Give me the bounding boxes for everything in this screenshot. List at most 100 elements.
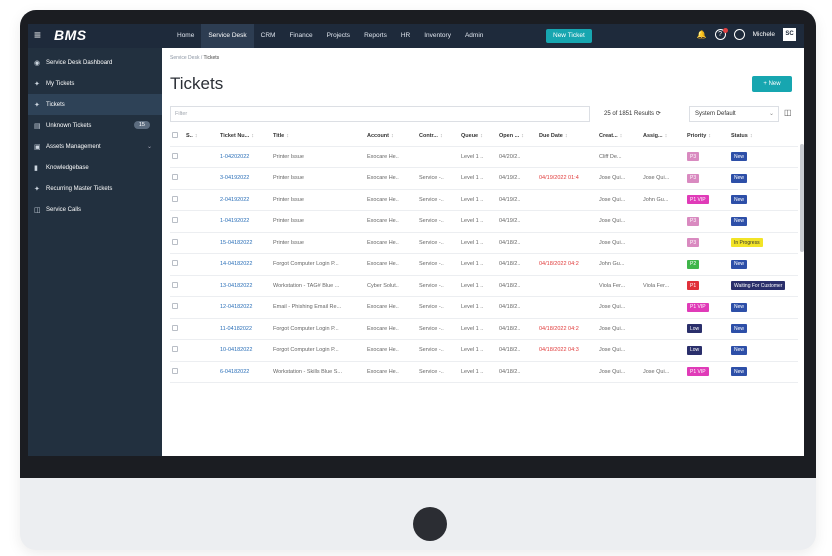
ticket-number-link[interactable]: 11-04182022 bbox=[218, 318, 271, 340]
row-checkbox[interactable] bbox=[170, 296, 184, 319]
sidebar-item-unknown-tickets[interactable]: ▤ Unknown Tickets 15 bbox=[28, 115, 162, 136]
row-checkbox[interactable] bbox=[170, 210, 184, 233]
table-row[interactable]: 12-04182022 Email - Phishing Email Re... E… bbox=[170, 296, 798, 319]
ticket-created-by: Jose Qui... bbox=[597, 210, 641, 233]
priority-badge-label: P3 bbox=[687, 173, 700, 183]
ticket-account: Exocare He.. bbox=[365, 189, 417, 211]
col-header[interactable]: Assig... ↕ bbox=[641, 126, 685, 147]
app-logo[interactable]: BMS bbox=[54, 27, 87, 43]
ticket-number-link[interactable]: 1-04202022 bbox=[218, 146, 271, 168]
breadcrumb-parent[interactable]: Service Desk bbox=[170, 55, 199, 61]
nav-inventory[interactable]: Inventory bbox=[417, 24, 458, 48]
row-checkbox[interactable] bbox=[170, 253, 184, 276]
row-checkbox[interactable] bbox=[170, 339, 184, 362]
ticket-number-link[interactable]: 2-04192022 bbox=[218, 189, 271, 211]
row-checkbox[interactable] bbox=[170, 167, 184, 190]
user-avatar-icon[interactable] bbox=[733, 29, 745, 40]
ticket-title: Printer Issue bbox=[271, 146, 365, 168]
row-checkbox[interactable] bbox=[170, 318, 184, 340]
table-row[interactable]: 10-04182022 Forgot Computer Login P... Exo… bbox=[170, 339, 798, 362]
nav-home[interactable]: Home bbox=[170, 24, 201, 48]
ticket-number-link[interactable]: 12-04182022 bbox=[218, 296, 271, 319]
status-badge-label: In Progress bbox=[731, 238, 763, 248]
view-select[interactable]: System Default ⌄ bbox=[689, 106, 779, 122]
columns-icon[interactable]: ◫ bbox=[784, 108, 792, 117]
sidebar-item-service-desk-dashboard[interactable]: ◉ Service Desk Dashboard bbox=[28, 52, 162, 73]
status-badge-label: New bbox=[731, 195, 748, 205]
nav-projects[interactable]: Projects bbox=[320, 24, 357, 48]
col-header[interactable]: S.. ↕ bbox=[184, 126, 218, 147]
scrollbar[interactable] bbox=[800, 144, 804, 252]
filter-input[interactable]: Filter bbox=[170, 106, 590, 122]
row-checkbox[interactable] bbox=[170, 189, 184, 211]
ticket-open-date: 04/19/2.. bbox=[497, 189, 537, 211]
user-initials-badge[interactable]: SC bbox=[783, 28, 796, 41]
col-header[interactable]: Ticket Nu... ↕ bbox=[218, 126, 271, 147]
ticket-title: Printer Issue bbox=[271, 210, 365, 233]
ticket-number-link[interactable]: 13-04182022 bbox=[218, 275, 271, 297]
col-header[interactable]: Title ↕ bbox=[271, 126, 365, 147]
col-header[interactable]: Contr... ↕ bbox=[417, 126, 459, 147]
col-header[interactable]: Account ↕ bbox=[365, 126, 417, 147]
ticket-created-by: Jose Qui... bbox=[597, 232, 641, 254]
priority-badge: P1 VIP bbox=[685, 361, 729, 383]
table-row[interactable]: 3-04192022 Printer Issue Exocare He.. Servi… bbox=[170, 167, 798, 190]
nav-service-desk[interactable]: Service Desk bbox=[201, 24, 254, 48]
nav-finance[interactable]: Finance bbox=[282, 24, 319, 48]
sidebar-item-my-tickets[interactable]: ✦ My Tickets bbox=[28, 73, 162, 94]
nav-hr[interactable]: HR bbox=[394, 24, 417, 48]
table-row[interactable]: 2-04192022 Printer Issue Exocare He.. Servi… bbox=[170, 189, 798, 211]
ticket-queue: Level 1 .. bbox=[459, 210, 497, 233]
ticket-number-link[interactable]: 10-04182022 bbox=[218, 339, 271, 362]
sidebar-item-tickets[interactable]: ✦ Tickets bbox=[28, 94, 162, 115]
status-badge-label: New bbox=[731, 367, 748, 377]
table-row[interactable]: 1-04192022 Printer Issue Exocare He.. Servi… bbox=[170, 210, 798, 233]
ticket-number-link[interactable]: 1-04192022 bbox=[218, 210, 271, 233]
sidebar-item-assets-management[interactable]: ▣ Assets Management ⌄ bbox=[28, 136, 162, 157]
ticket-number-link[interactable]: 6-04182022 bbox=[218, 361, 271, 383]
ticket-open-date: 04/18/2.. bbox=[497, 361, 537, 383]
help-icon[interactable]: ? bbox=[714, 28, 728, 40]
select-all-checkbox[interactable] bbox=[170, 126, 184, 147]
col-header[interactable]: Due Date ↕ bbox=[537, 126, 597, 147]
col-header[interactable]: Queue ↕ bbox=[459, 126, 497, 147]
nav-reports[interactable]: Reports bbox=[357, 24, 394, 48]
ticket-number-link[interactable]: 15-04182022 bbox=[218, 232, 271, 254]
col-header[interactable]: Status ↕ bbox=[729, 126, 798, 147]
new-ticket-button[interactable]: New Ticket bbox=[546, 29, 592, 43]
status-badge-label: New bbox=[731, 345, 748, 355]
sidebar-item-service-calls[interactable]: ◫ Service Calls bbox=[28, 199, 162, 220]
dashboard-icon: ◉ bbox=[34, 59, 41, 67]
table-row[interactable]: 1-04202022 Printer Issue Exocare He.. Level… bbox=[170, 146, 798, 168]
table-row[interactable]: 11-04182022 Forgot Computer Login P... Exo… bbox=[170, 318, 798, 340]
table-row[interactable]: 6-04182022 Workstation - Skills Blue S...… bbox=[170, 361, 798, 383]
ticket-assignee bbox=[641, 318, 685, 340]
nav-admin[interactable]: Admin bbox=[458, 24, 490, 48]
col-header[interactable]: Priority ↕ bbox=[685, 126, 729, 147]
table-row[interactable]: 13-04182022 Workstation - TAG# Blue ... Cy… bbox=[170, 275, 798, 297]
ticket-title: Printer Issue bbox=[271, 167, 365, 190]
row-checkbox[interactable] bbox=[170, 361, 184, 383]
nav-crm[interactable]: CRM bbox=[254, 24, 283, 48]
table-row[interactable]: 15-04182022 Printer Issue Exocare He.. Serv… bbox=[170, 232, 798, 254]
breadcrumb: Service Desk / Tickets bbox=[170, 55, 219, 61]
ticket-number-link[interactable]: 3-04192022 bbox=[218, 167, 271, 190]
hamburger-icon[interactable]: ≡ bbox=[34, 28, 41, 42]
priority-badge: P3 bbox=[685, 146, 729, 168]
user-name[interactable]: Michele bbox=[753, 31, 775, 38]
sidebar-item-recurring-master-tickets[interactable]: ✦ Recurring Master Tickets bbox=[28, 178, 162, 199]
bell-icon[interactable]: 🔔 bbox=[697, 30, 707, 39]
col-header[interactable]: Open ... ↕ bbox=[497, 126, 537, 147]
col-header[interactable]: Creat... ↕ bbox=[597, 126, 641, 147]
row-checkbox[interactable] bbox=[170, 146, 184, 168]
priority-badge: P2 bbox=[685, 253, 729, 276]
ticket-number-link[interactable]: 14-04182022 bbox=[218, 253, 271, 276]
refresh-icon[interactable]: ⟳ bbox=[656, 111, 661, 117]
priority-badge-label: P3 bbox=[687, 216, 700, 226]
new-button[interactable]: + New bbox=[752, 76, 792, 92]
sidebar-item-knowledgebase[interactable]: ▮ Knowledgebase bbox=[28, 157, 162, 178]
row-checkbox[interactable] bbox=[170, 275, 184, 297]
chevron-down-icon: ⌄ bbox=[768, 111, 774, 117]
row-checkbox[interactable] bbox=[170, 232, 184, 254]
table-row[interactable]: 14-04182022 Forgot Computer Login P... Exo… bbox=[170, 253, 798, 276]
